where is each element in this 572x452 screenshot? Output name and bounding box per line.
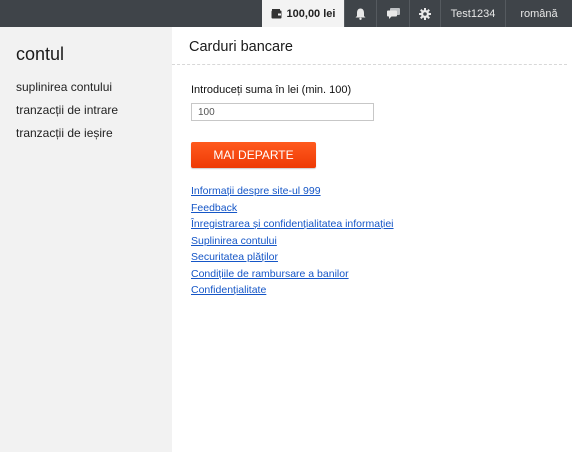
sidebar-nav: suplinirea contului tranzacții de intrar… (16, 80, 118, 149)
gear-icon (419, 7, 431, 20)
next-button[interactable]: MAI DEPARTE (191, 142, 316, 168)
link-registration-privacy[interactable]: Înregistrarea și confidențialitatea info… (191, 216, 394, 233)
link-refund-conditions[interactable]: Condițiile de rambursare a banilor (191, 266, 394, 283)
messages-button[interactable] (377, 0, 409, 27)
footer-links: Informații despre site-ul 999 Feedback Î… (191, 183, 394, 299)
main-content: Carduri bancare Introduceți suma în lei … (172, 27, 572, 452)
sidebar-item-account-topup[interactable]: suplinirea contului (16, 80, 118, 103)
link-account-topup[interactable]: Suplinirea contului (191, 233, 394, 250)
language-selector[interactable]: română (506, 0, 572, 27)
balance-amount: 100,00 lei (286, 7, 336, 20)
page-title: Carduri bancare (189, 39, 293, 55)
sidebar-item-incoming-transactions[interactable]: tranzacții de intrare (16, 103, 118, 126)
sidebar-title: contul (16, 44, 65, 64)
user-menu[interactable]: Test1234 (441, 0, 505, 27)
link-confidentiality[interactable]: Confidențialitate (191, 282, 394, 299)
link-site-info[interactable]: Informații despre site-ul 999 (191, 183, 394, 200)
chat-icon (386, 8, 400, 19)
settings-button[interactable] (410, 0, 440, 27)
title-divider (172, 64, 567, 65)
wallet-icon (271, 8, 282, 18)
sidebar: contul suplinirea contului tranzacții de… (0, 27, 172, 452)
notifications-button[interactable] (344, 0, 376, 27)
amount-input[interactable] (191, 103, 374, 121)
link-payment-security[interactable]: Securitatea plăților (191, 249, 394, 266)
balance-button[interactable]: 100,00 lei (262, 0, 344, 27)
link-feedback[interactable]: Feedback (191, 200, 394, 217)
bell-icon (355, 8, 365, 20)
top-navigation-bar: 100,00 lei Test1234 română (0, 0, 572, 27)
amount-label: Introduceți suma în lei (min. 100) (191, 84, 352, 96)
page-scrollbar-track[interactable] (567, 27, 572, 452)
sidebar-item-outgoing-transactions[interactable]: tranzacții de ieșire (16, 126, 118, 149)
